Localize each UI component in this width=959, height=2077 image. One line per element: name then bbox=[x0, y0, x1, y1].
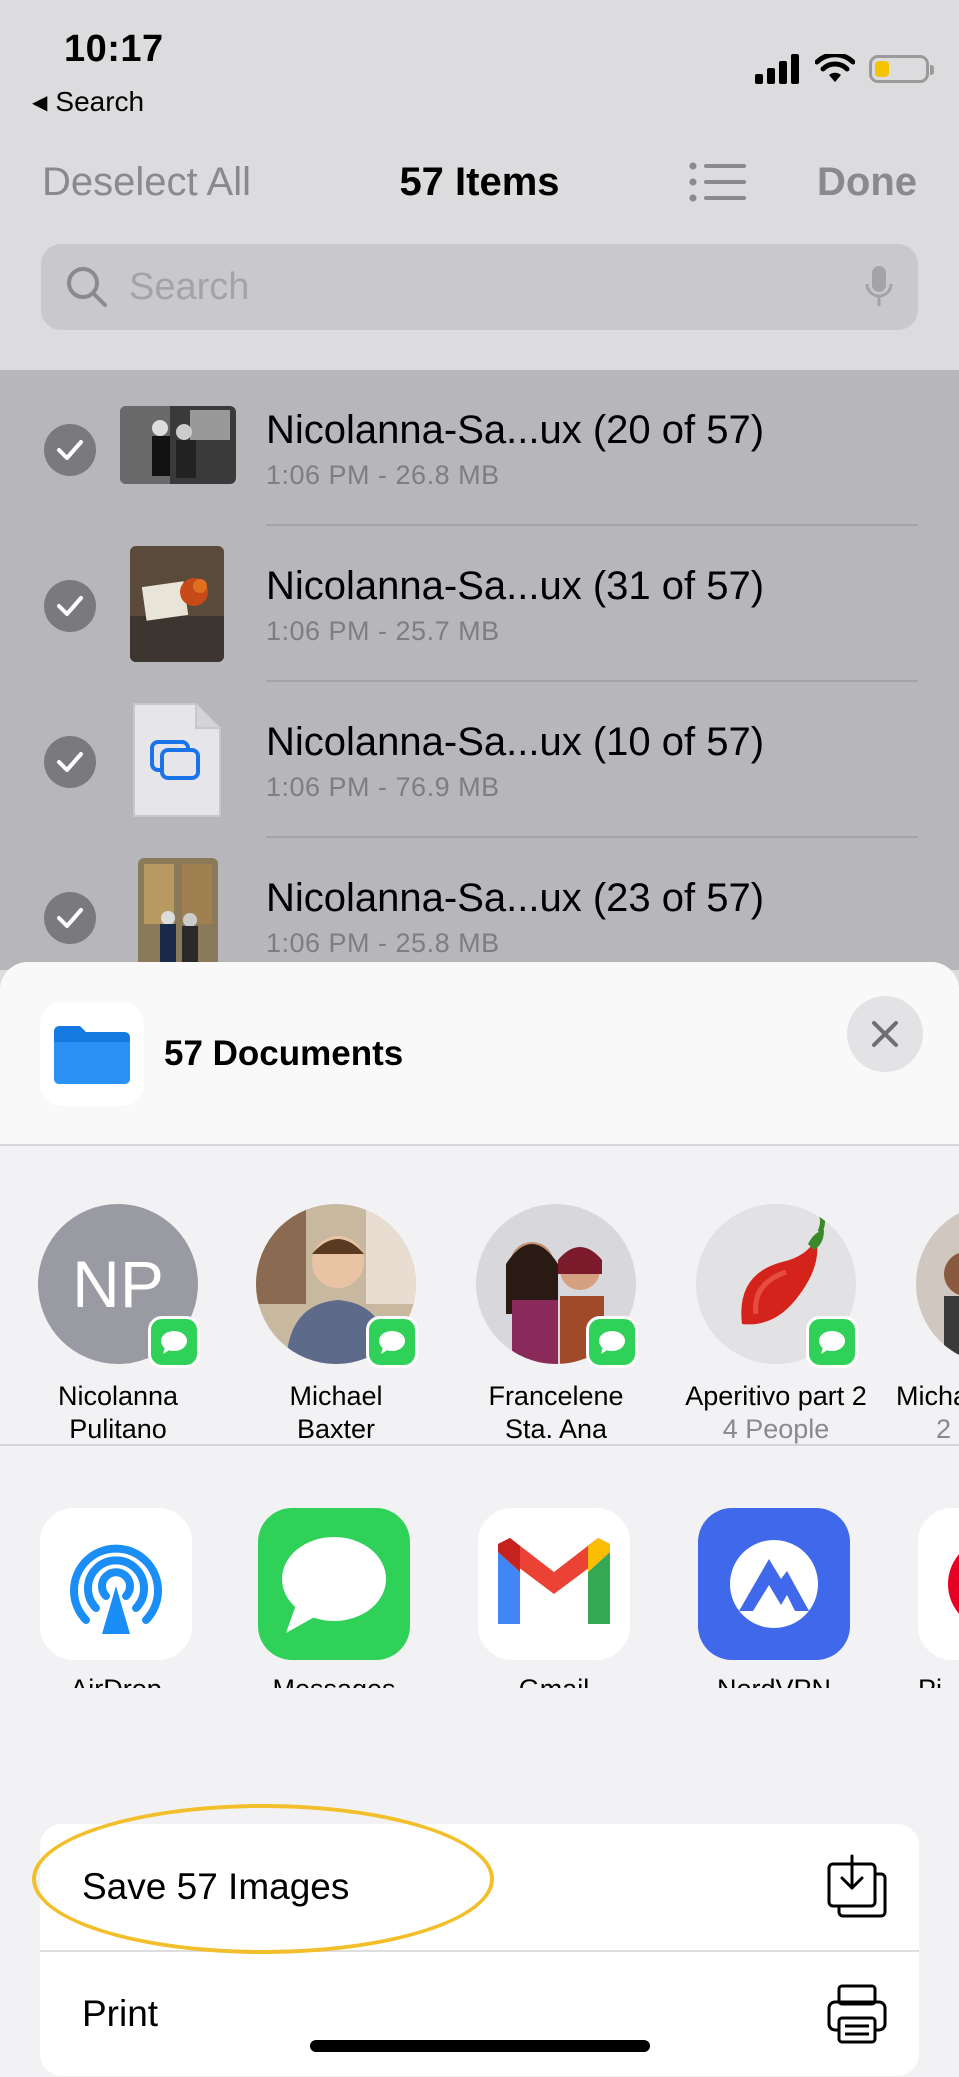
messages-badge-icon bbox=[586, 1316, 638, 1368]
wifi-icon bbox=[815, 54, 855, 82]
list-view-icon[interactable] bbox=[688, 160, 748, 209]
app-pinterest[interactable]: Pi bbox=[894, 1508, 959, 1688]
airdrop-icon bbox=[40, 1508, 192, 1660]
share-sheet-header: 57 Documents bbox=[0, 962, 959, 1146]
app-label: Pi bbox=[894, 1674, 959, 1688]
file-row[interactable]: Nicolanna-Sa...ux (31 of 57) 1:06 PM - 2… bbox=[0, 526, 959, 682]
search-icon bbox=[67, 267, 107, 307]
person-name: Michael Baxter bbox=[289, 1381, 383, 1444]
gmail-icon bbox=[478, 1508, 630, 1660]
battery-icon bbox=[869, 55, 934, 83]
app-nordvpn[interactable]: NordVPN bbox=[674, 1508, 874, 1688]
home-indicator[interactable] bbox=[310, 2040, 650, 2052]
status-icons bbox=[755, 54, 934, 84]
share-people-row: NP Nicolanna Pulitano Michael Baxter Fra… bbox=[0, 1148, 959, 1446]
file-thumbnail bbox=[120, 406, 236, 484]
file-name: Nicolanna-Sa...ux (23 of 57) bbox=[266, 876, 765, 920]
back-triangle-icon: ◀ bbox=[32, 91, 48, 114]
app-airdrop[interactable]: AirDrop bbox=[16, 1508, 216, 1688]
app-label: AirDrop bbox=[16, 1674, 216, 1688]
back-label: Search bbox=[55, 86, 145, 117]
person-name: Francelene Sta. Ana bbox=[488, 1381, 624, 1444]
file-meta: 1:06 PM - 26.8 MB bbox=[266, 460, 500, 490]
file-name: Nicolanna-Sa...ux (31 of 57) bbox=[266, 564, 765, 608]
status-time: 10:17 bbox=[64, 28, 164, 70]
document-file-icon bbox=[132, 702, 222, 818]
share-title: 57 Documents bbox=[164, 1034, 404, 1073]
close-icon bbox=[872, 1021, 898, 1047]
file-thumbnail bbox=[130, 546, 224, 662]
messages-badge-icon bbox=[148, 1316, 200, 1368]
file-meta: 1:06 PM - 25.7 MB bbox=[266, 616, 500, 646]
done-button[interactable]: Done bbox=[817, 160, 917, 205]
print-button[interactable]: Print bbox=[40, 1950, 919, 2076]
file-name: Nicolanna-Sa...ux (10 of 57) bbox=[266, 720, 765, 764]
annotation-highlight-ellipse bbox=[32, 1804, 494, 1954]
search-input[interactable]: Search bbox=[129, 266, 864, 309]
nordvpn-icon bbox=[698, 1508, 850, 1660]
file-meta: 1:06 PM - 76.9 MB bbox=[266, 772, 500, 802]
files-folder-icon bbox=[40, 1002, 144, 1106]
checkmark-icon[interactable] bbox=[44, 424, 96, 476]
messages-icon bbox=[258, 1508, 410, 1660]
file-thumbnail bbox=[138, 858, 218, 970]
back-to-search-link[interactable]: ◀ Search bbox=[32, 86, 144, 118]
pinterest-icon bbox=[918, 1508, 959, 1660]
file-meta: 1:06 PM - 25.8 MB bbox=[266, 928, 500, 958]
avatar bbox=[916, 1204, 959, 1364]
checkmark-icon[interactable] bbox=[44, 580, 96, 632]
close-button[interactable] bbox=[847, 996, 923, 1072]
checkmark-icon[interactable] bbox=[44, 736, 96, 788]
file-list: Nicolanna-Sa...ux (20 of 57) 1:06 PM - 2… bbox=[0, 370, 959, 970]
app-messages[interactable]: Messages bbox=[234, 1508, 434, 1688]
share-apps-row: AirDrop Messages Gmail bbox=[0, 1448, 959, 1688]
app-gmail[interactable]: Gmail bbox=[454, 1508, 654, 1688]
app-label: Messages bbox=[234, 1674, 434, 1688]
messages-badge-icon bbox=[806, 1316, 858, 1368]
action-label: Print bbox=[82, 1993, 159, 2034]
file-name: Nicolanna-Sa...ux (20 of 57) bbox=[266, 408, 765, 452]
person-name: Aperitivo part 2 4 People bbox=[685, 1381, 867, 1444]
person-name: Nicolanna Pulitano bbox=[57, 1381, 179, 1444]
app-label: Gmail bbox=[454, 1674, 654, 1688]
printer-icon bbox=[827, 1984, 887, 2044]
deselect-all-button[interactable]: Deselect All bbox=[42, 160, 251, 205]
app-label: NordVPN bbox=[674, 1674, 874, 1688]
signal-icon bbox=[755, 54, 799, 84]
messages-badge-icon bbox=[366, 1316, 418, 1368]
file-row[interactable]: Nicolanna-Sa...ux (10 of 57) 1:06 PM - 7… bbox=[0, 682, 959, 838]
file-row[interactable]: Nicolanna-Sa...ux (23 of 57) 1:06 PM - 2… bbox=[0, 838, 959, 970]
microphone-icon[interactable] bbox=[864, 264, 894, 310]
checkmark-icon[interactable] bbox=[44, 892, 96, 944]
save-download-icon bbox=[827, 1854, 887, 1918]
person-name: Micha 2 bbox=[896, 1381, 959, 1444]
file-row[interactable]: Nicolanna-Sa...ux (20 of 57) 1:06 PM - 2… bbox=[0, 370, 959, 526]
search-field[interactable]: Search bbox=[41, 244, 918, 330]
